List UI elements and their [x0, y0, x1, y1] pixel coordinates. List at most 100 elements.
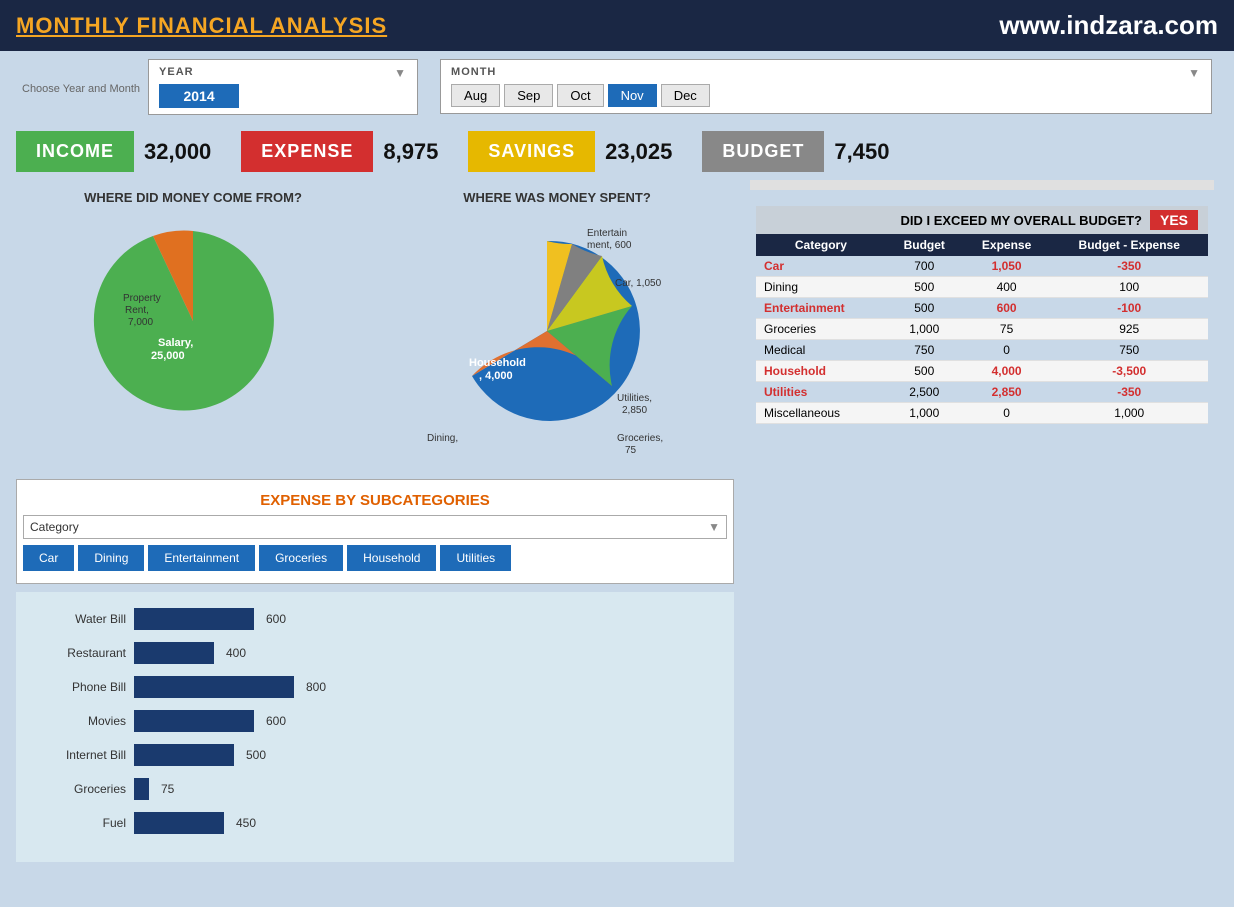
svg-text:Groceries,: Groceries, [617, 433, 663, 444]
app-title: MONTHLY FINANCIAL ANALYSIS [16, 13, 387, 39]
bar-label-waterbill: Water Bill [36, 612, 126, 626]
month-oct[interactable]: Oct [557, 84, 603, 107]
expense-label: EXPENSE [241, 131, 373, 172]
bar-phonebill [134, 676, 294, 698]
category-filter-icon[interactable]: ▼ [708, 520, 720, 534]
cell-expense: 75 [963, 319, 1051, 340]
cell-budget: 700 [886, 256, 963, 277]
savings-summary: SAVINGS 23,025 [468, 131, 672, 172]
cell-diff: -3,500 [1050, 361, 1208, 382]
svg-text:Rent,: Rent, [125, 305, 149, 316]
col-diff: Budget - Expense [1050, 234, 1208, 256]
bar-row-groceries: Groceries 75 [36, 778, 714, 800]
svg-text:2,850: 2,850 [622, 405, 647, 416]
svg-text:Car, 1,050: Car, 1,050 [615, 278, 662, 289]
table-row: Entertainment500600-100 [756, 298, 1208, 319]
month-aug[interactable]: Aug [451, 84, 500, 107]
month-nov[interactable]: Nov [608, 84, 657, 107]
income-chart-title: WHERE DID MONEY COME FROM? [16, 190, 370, 205]
bar-fuel [134, 812, 224, 834]
table-row: Groceries1,00075925 [756, 319, 1208, 340]
bar-value-fuel: 450 [236, 816, 256, 830]
cat-btn-utilities[interactable]: Utilities [440, 545, 511, 571]
savings-label: SAVINGS [468, 131, 595, 172]
bar-chart-section: Water Bill 600 Restaurant 400 Phone Bill… [16, 592, 734, 862]
cell-expense: 400 [963, 277, 1051, 298]
main-content: WHERE DID MONEY COME FROM? Salary, 25,00… [0, 180, 1234, 862]
month-filter-icon[interactable]: ▼ [1188, 66, 1201, 80]
bar-label-internetbill: Internet Bill [36, 748, 126, 762]
svg-text:Property: Property [123, 293, 161, 304]
cat-btn-entertainment[interactable]: Entertainment [148, 545, 255, 571]
charts-row: WHERE DID MONEY COME FROM? Salary, 25,00… [10, 180, 740, 471]
cell-category: Entertainment [756, 298, 886, 319]
bar-value-groceries: 75 [161, 782, 174, 796]
table-row: Medical7500750 [756, 340, 1208, 361]
svg-text:Utilities,: Utilities, [617, 393, 652, 404]
bar-label-restaurant: Restaurant [36, 646, 126, 660]
cell-category: Groceries [756, 319, 886, 340]
svg-text:ment, 600: ment, 600 [587, 240, 632, 251]
svg-text:75: 75 [625, 445, 637, 456]
year-filter-icon[interactable]: ▼ [394, 66, 407, 80]
savings-value: 23,025 [605, 139, 672, 165]
table-row: Household5004,000-3,500 [756, 361, 1208, 382]
bar-value-internetbill: 500 [246, 748, 266, 762]
cell-category: Medical [756, 340, 886, 361]
bar-row-internetbill: Internet Bill 500 [36, 744, 714, 766]
cell-category: Utilities [756, 382, 886, 403]
month-dec[interactable]: Dec [661, 84, 710, 107]
bar-movies [134, 710, 254, 732]
cell-budget: 2,500 [886, 382, 963, 403]
year-value[interactable]: 2014 [159, 84, 239, 108]
cell-expense: 0 [963, 340, 1051, 361]
bar-label-phonebill: Phone Bill [36, 680, 126, 694]
bar-row-waterbill: Water Bill 600 [36, 608, 714, 630]
svg-text:7,000: 7,000 [128, 317, 153, 328]
bar-row-fuel: Fuel 450 [36, 812, 714, 834]
budget-header: DID I EXCEED MY OVERALL BUDGET? YES [756, 206, 1208, 234]
income-label: INCOME [16, 131, 134, 172]
month-buttons: Aug Sep Oct Nov Dec [451, 84, 1201, 107]
expense-pie: Entertain ment, 600 Car, 1,050 Utilities… [380, 211, 734, 471]
income-summary: INCOME 32,000 [16, 131, 211, 172]
cell-diff: -350 [1050, 382, 1208, 403]
choose-label: Choose Year and Month [22, 82, 140, 96]
cat-btn-household[interactable]: Household [347, 545, 436, 571]
cat-btn-dining[interactable]: Dining [78, 545, 144, 571]
category-filter-row: Category ▼ [23, 515, 727, 539]
income-chart: WHERE DID MONEY COME FROM? Salary, 25,00… [16, 190, 370, 471]
cell-category: Household [756, 361, 886, 382]
budget-question: DID I EXCEED MY OVERALL BUDGET? [900, 213, 1142, 228]
bar-row-movies: Movies 600 [36, 710, 714, 732]
cell-budget: 500 [886, 298, 963, 319]
filter-label: Category [30, 520, 79, 534]
bar-value-phonebill: 800 [306, 680, 326, 694]
budget-section: DID I EXCEED MY OVERALL BUDGET? YES Cate… [750, 200, 1214, 430]
year-label: YEAR ▼ [159, 66, 407, 80]
table-row: Dining500400100 [756, 277, 1208, 298]
svg-text:Household: Household [469, 357, 526, 369]
month-sep[interactable]: Sep [504, 84, 553, 107]
svg-text:Entertain: Entertain [587, 228, 627, 239]
cell-budget: 750 [886, 340, 963, 361]
bar-value-waterbill: 600 [266, 612, 286, 626]
bar-value-restaurant: 400 [226, 646, 246, 660]
col-category: Category [756, 234, 886, 256]
svg-text:Dining,: Dining, [427, 433, 458, 444]
cell-expense: 4,000 [963, 361, 1051, 382]
bar-row-phonebill: Phone Bill 800 [36, 676, 714, 698]
cat-btn-car[interactable]: Car [23, 545, 74, 571]
cell-diff: -350 [1050, 256, 1208, 277]
bar-row-restaurant: Restaurant 400 [36, 642, 714, 664]
month-control: MONTH ▼ Aug Sep Oct Nov Dec [440, 59, 1212, 114]
expense-summary: EXPENSE 8,975 [241, 131, 438, 172]
svg-text:Salary,: Salary, [158, 337, 193, 349]
cat-btn-groceries[interactable]: Groceries [259, 545, 343, 571]
income-value: 32,000 [144, 139, 211, 165]
cell-expense: 0 [963, 403, 1051, 424]
summary-bar: INCOME 32,000 EXPENSE 8,975 SAVINGS 23,0… [0, 123, 1234, 180]
subcategory-title: EXPENSE BY SUBCATEGORIES [23, 492, 727, 509]
expense-chart-title: WHERE WAS MONEY SPENT? [380, 190, 734, 205]
subcategory-section: EXPENSE BY SUBCATEGORIES Category ▼ Car … [16, 479, 734, 584]
